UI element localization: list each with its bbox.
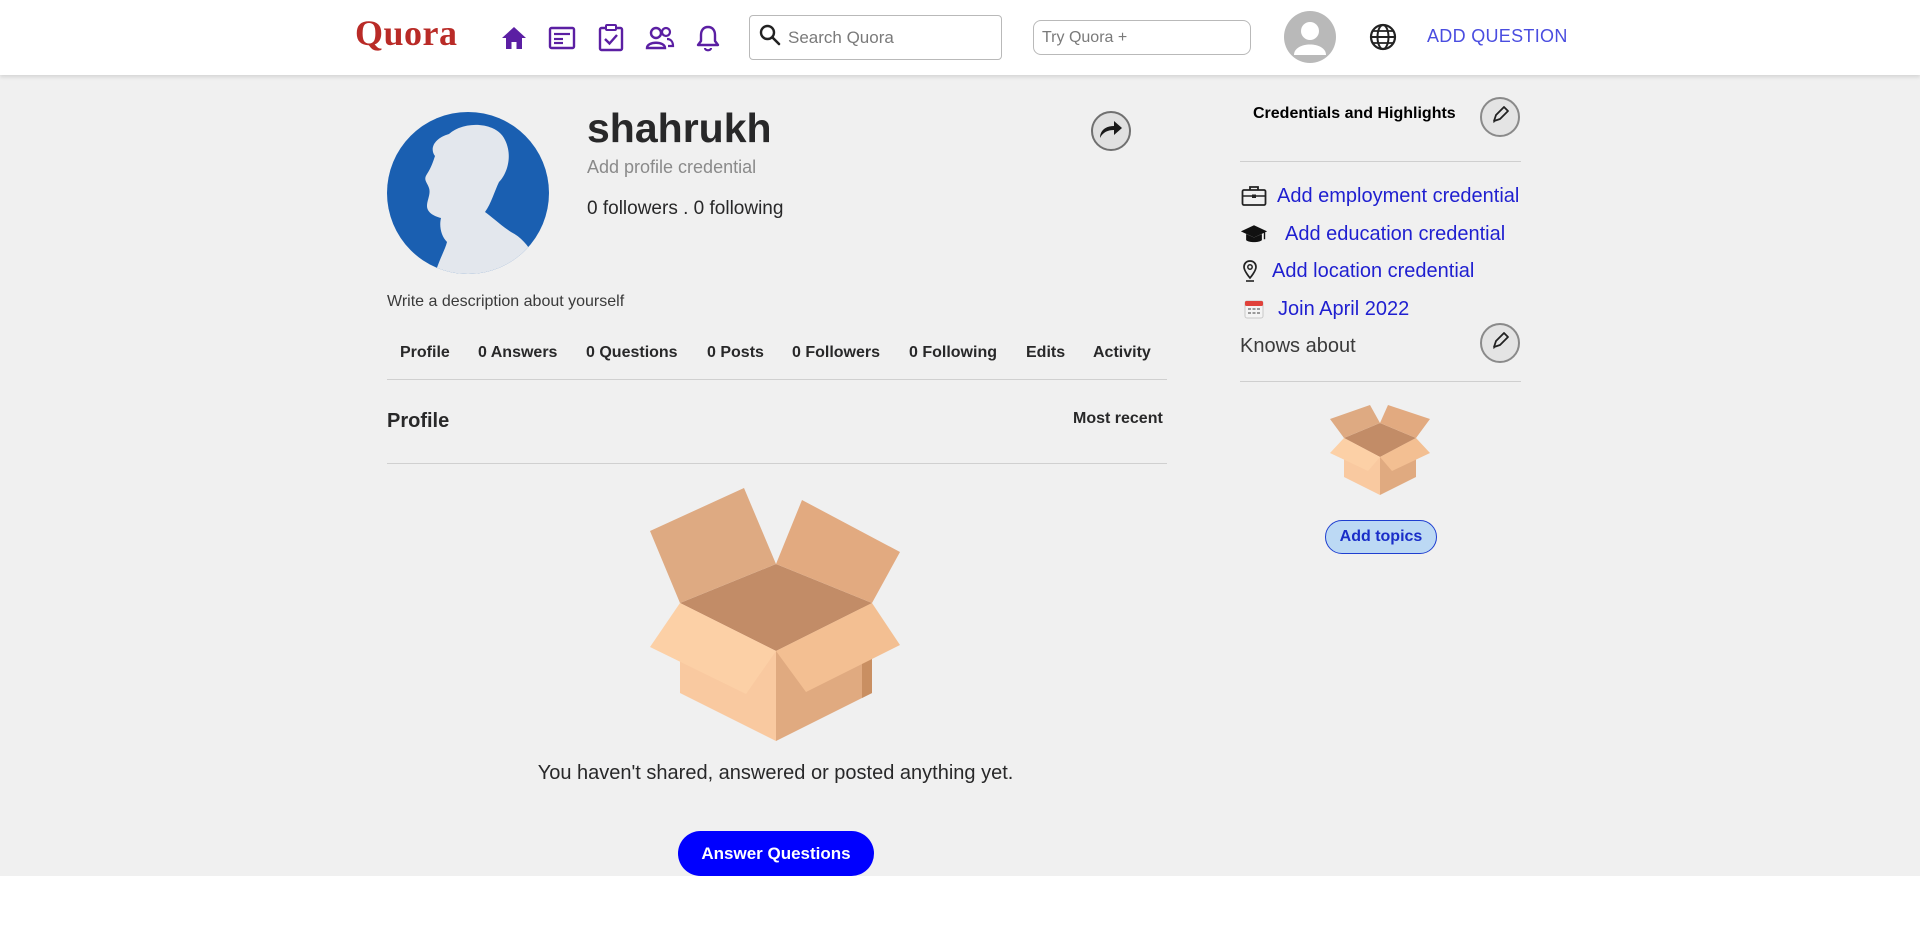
tab-edits[interactable]: Edits [1026,344,1065,362]
credential-item-employment[interactable]: Add employment credential [1240,181,1519,211]
tab-posts[interactable]: 0 Posts [707,344,764,362]
profile-description-prompt[interactable]: Write a description about yourself [387,293,624,311]
home-icon[interactable] [498,22,530,54]
section-divider [387,463,1167,464]
empty-state-message: You haven't shared, answered or posted a… [537,762,1014,784]
top-navbar: Quora ADD QUESTION [0,0,1920,75]
pencil-icon [1489,330,1511,357]
add-employment-credential-link[interactable]: Add employment credential [1277,185,1519,208]
knows-about-label: Knows about [1240,335,1356,357]
tab-following[interactable]: 0 Following [909,344,997,362]
user-avatar[interactable] [1284,11,1336,63]
add-education-credential-link[interactable]: Add education credential [1285,223,1505,246]
credential-item-location[interactable]: Add location credential [1240,256,1474,286]
edit-knows-about-button[interactable] [1480,323,1520,363]
main-content-area [0,75,1920,876]
follow-stats: 0 followers . 0 following [587,198,784,219]
briefcase-icon [1240,182,1268,210]
add-topics-button[interactable]: Add topics [1325,520,1437,554]
sidebar-divider [1240,161,1521,162]
spaces-icon[interactable] [644,22,676,54]
topics-box-illustration [1328,405,1432,498]
search-box [749,15,1002,60]
location-pin-icon [1240,257,1260,285]
page-footer [0,876,1920,941]
profile-avatar[interactable] [387,112,549,274]
tab-profile[interactable]: Profile [400,344,450,362]
notifications-icon[interactable] [692,22,724,54]
sort-dropdown[interactable]: Most recent [1073,410,1163,428]
add-question-link[interactable]: ADD QUESTION [1427,26,1568,47]
answer-icon[interactable] [595,22,627,54]
answer-questions-button[interactable]: Answer Questions [678,831,874,876]
calendar-icon [1240,295,1268,323]
share-icon [1098,118,1124,145]
tab-followers[interactable]: 0 Followers [792,344,880,362]
tab-answers[interactable]: 0 Answers [478,344,557,362]
tab-questions[interactable]: 0 Questions [586,344,678,362]
try-quora-box [1033,20,1251,55]
profile-username: shahrukh [587,105,772,151]
section-title: Profile [387,410,450,432]
globe-icon[interactable] [1368,22,1398,52]
edit-credentials-button[interactable] [1480,97,1520,137]
join-date-text: Join April 2022 [1278,297,1410,320]
sidebar-divider [1240,381,1521,382]
credential-item-join-date: Join April 2022 [1240,294,1409,324]
tab-activity[interactable]: Activity [1093,344,1151,362]
profile-tabs: Profile 0 Answers 0 Questions 0 Posts 0 … [387,332,1167,380]
pencil-icon [1489,104,1511,131]
empty-box-illustration [650,485,902,743]
add-profile-credential-link[interactable]: Add profile credential [587,157,756,178]
search-icon [758,23,782,52]
share-profile-button[interactable] [1091,111,1131,151]
search-input[interactable] [788,27,988,48]
add-location-credential-link[interactable]: Add location credential [1272,260,1474,283]
graduation-cap-icon [1240,220,1268,248]
following-icon[interactable] [546,22,578,54]
credentials-title: Credentials and Highlights [1253,105,1456,122]
quora-logo[interactable]: Quora [355,12,458,54]
try-quora-input[interactable] [1042,28,1242,47]
credential-item-education[interactable]: Add education credential [1240,219,1505,249]
